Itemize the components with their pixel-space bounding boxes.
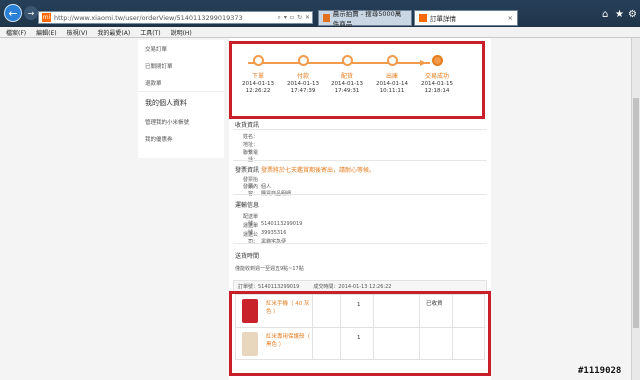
product-name-link[interactable]: 紅米專用保護殼（ 黑色 ） <box>266 333 312 349</box>
divider <box>233 194 487 195</box>
lock-icon: ▫ <box>289 14 294 21</box>
products-section-title: 送貨時間 <box>235 253 260 260</box>
step-time: 10:11:11 <box>379 88 405 94</box>
menu-tools[interactable]: 工具(T) <box>140 28 160 37</box>
product-row: 紅米手機（ 40 灰色 ） 1 已收貨 <box>236 295 486 328</box>
account-sidebar: 交易訂單 已關閉訂單 退款單 我的個人資料 管理我的小米帳號 我的優惠券 <box>138 40 224 158</box>
sidebar-item-manage-account[interactable]: 管理我的小米帳號 <box>138 113 224 130</box>
order-number: 訂單號：5140113299019 <box>238 283 300 290</box>
step-label: 付款 <box>296 73 309 80</box>
refresh-icon[interactable]: ↻ <box>297 14 302 22</box>
divider <box>233 160 487 161</box>
receiver-name-row: 姓名： <box>236 133 261 140</box>
order-time: 成交時間：2014-01-13 12:26:22 <box>313 283 392 290</box>
step-date: 2014-01-14 <box>376 81 408 87</box>
step-time: 17:47:39 <box>290 88 316 94</box>
step-label: 交易成功 <box>424 73 449 80</box>
invoice-note: 發票將於七天鑑賞期後寄出，請耐心等候。 <box>260 167 375 174</box>
ruten-favicon-icon <box>323 14 330 22</box>
step-time: 17:49:31 <box>334 88 360 94</box>
product-qty: 1 <box>357 302 361 308</box>
tab-label: 晨示拍賣 - 搜尋5000萬件商品 <box>332 10 402 28</box>
step-time: 12:18:14 <box>424 88 450 94</box>
home-icon[interactable]: ⌂ <box>602 9 608 20</box>
product-row: 紅米專用保護殼（ 黑色 ） 1 <box>236 328 486 361</box>
page-scrollbar[interactable] <box>631 38 640 380</box>
delivery-time-note: 僅能收到週一至週五9點~17點 <box>235 266 304 272</box>
step-date: 2014-01-15 <box>421 81 453 87</box>
browser-titlebar: ← → mi http://www.xiaomi.tw/user/orderVi… <box>0 0 640 28</box>
menu-view[interactable]: 檢視(V) <box>67 28 88 37</box>
product-qty: 1 <box>357 335 361 341</box>
timeline-dot <box>341 55 353 66</box>
mi-favicon-icon <box>419 14 427 22</box>
address-bar[interactable]: mi http://www.xiaomi.tw/user/orderView/5… <box>38 11 313 24</box>
field-label: 姓名： <box>242 134 258 140</box>
field-label: 地址： <box>242 142 258 148</box>
menu-file[interactable]: 檔案(F) <box>6 28 26 37</box>
timeline-step: 出庫 2014-01-14 10:11:11 <box>367 55 417 94</box>
timeline-step: 交易成功 2014-01-15 12:18:14 <box>412 55 462 94</box>
step-date: 2014-01-13 <box>242 81 274 87</box>
product-table: 紅米手機（ 40 灰色 ） 1 已收貨 紅米專用保護殼（ 黑色 ） 1 <box>235 294 486 361</box>
step-label: 下單 <box>251 73 264 80</box>
tab-order-detail[interactable]: 訂單詳情 × <box>414 10 518 26</box>
step-date: 2014-01-13 <box>331 81 363 87</box>
product-name-link[interactable]: 紅米手機（ 40 灰色 ） <box>266 300 312 316</box>
menu-help[interactable]: 說明(H) <box>171 28 192 37</box>
red-phone-icon[interactable] <box>242 299 258 323</box>
sidebar-item-closed-orders[interactable]: 已關閉訂單 <box>138 57 224 74</box>
sidebar-item-orders[interactable]: 交易訂單 <box>138 40 224 57</box>
timeline-step: 付款 2014-01-13 17:47:39 <box>278 55 328 94</box>
forward-button[interactable]: → <box>24 6 38 20</box>
watermark: #1119028 <box>578 366 622 376</box>
receiver-address-row: 地址： <box>236 141 261 148</box>
timeline-step: 下單 2014-01-13 12:26:22 <box>233 55 283 94</box>
sidebar-item-refunds[interactable]: 退款單 <box>138 74 224 91</box>
step-label: 配貨 <box>340 73 353 80</box>
menu-edit[interactable]: 編輯(E) <box>36 28 56 37</box>
address-url[interactable]: http://www.xiaomi.tw/user/orderView/5140… <box>54 14 243 22</box>
page-viewport: 交易訂單 已關閉訂單 退款單 我的個人資料 管理我的小米帳號 我的優惠券 ▶ 下… <box>0 38 631 380</box>
settings-gear-icon[interactable]: ⚙ <box>628 9 637 20</box>
dropdown-icon[interactable]: ▾ <box>284 14 287 22</box>
menu-bar: 檔案(F) 編輯(E) 檢視(V) 我的最愛(A) 工具(T) 說明(H) <box>0 27 640 38</box>
stop-icon[interactable]: ✕ <box>305 14 310 22</box>
timeline-step: 配貨 2014-01-13 17:49:31 <box>322 55 372 94</box>
phone-case-icon[interactable] <box>242 332 258 356</box>
back-button[interactable]: ← <box>4 4 22 22</box>
sidebar-item-coupons[interactable]: 我的優惠券 <box>138 130 224 147</box>
sidebar-heading-profile: 我的個人資料 <box>138 91 224 113</box>
timeline-dot-complete <box>431 55 443 66</box>
product-status: 已收貨 <box>426 301 443 307</box>
divider <box>233 243 487 244</box>
back-arrow-icon: ← <box>8 6 18 20</box>
step-time: 12:26:22 <box>245 88 271 94</box>
mi-favicon-icon: mi <box>42 13 51 22</box>
divider <box>233 129 487 130</box>
close-tab-icon[interactable]: × <box>508 14 513 22</box>
menu-favorites[interactable]: 我的最愛(A) <box>97 28 130 37</box>
invoice-title: 發票資訊 <box>235 167 260 174</box>
invoice-section-title: 發票資訊 發票將於七天鑑賞期後寄出，請耐心等候。 <box>235 165 375 174</box>
step-date: 2014-01-13 <box>287 81 319 87</box>
favorites-star-icon[interactable]: ★ <box>615 9 624 20</box>
receiver-section-title: 收貨資訊 <box>235 122 260 129</box>
step-label: 出庫 <box>385 73 398 80</box>
forward-arrow-icon: → <box>27 8 35 18</box>
tab-label: 訂單詳情 <box>430 15 456 23</box>
search-icon[interactable]: ⌕ <box>277 14 280 22</box>
field-value: 黑貓宅急便 <box>261 239 287 245</box>
tab-ruten[interactable]: 晨示拍賣 - 搜尋5000萬件商品 <box>318 10 412 28</box>
delivery-section-title: 運輸信息 <box>235 202 260 209</box>
timeline-dot <box>386 55 398 66</box>
scroll-thumb[interactable] <box>633 98 639 328</box>
timeline-dot <box>297 55 309 66</box>
timeline-dot <box>252 55 264 66</box>
